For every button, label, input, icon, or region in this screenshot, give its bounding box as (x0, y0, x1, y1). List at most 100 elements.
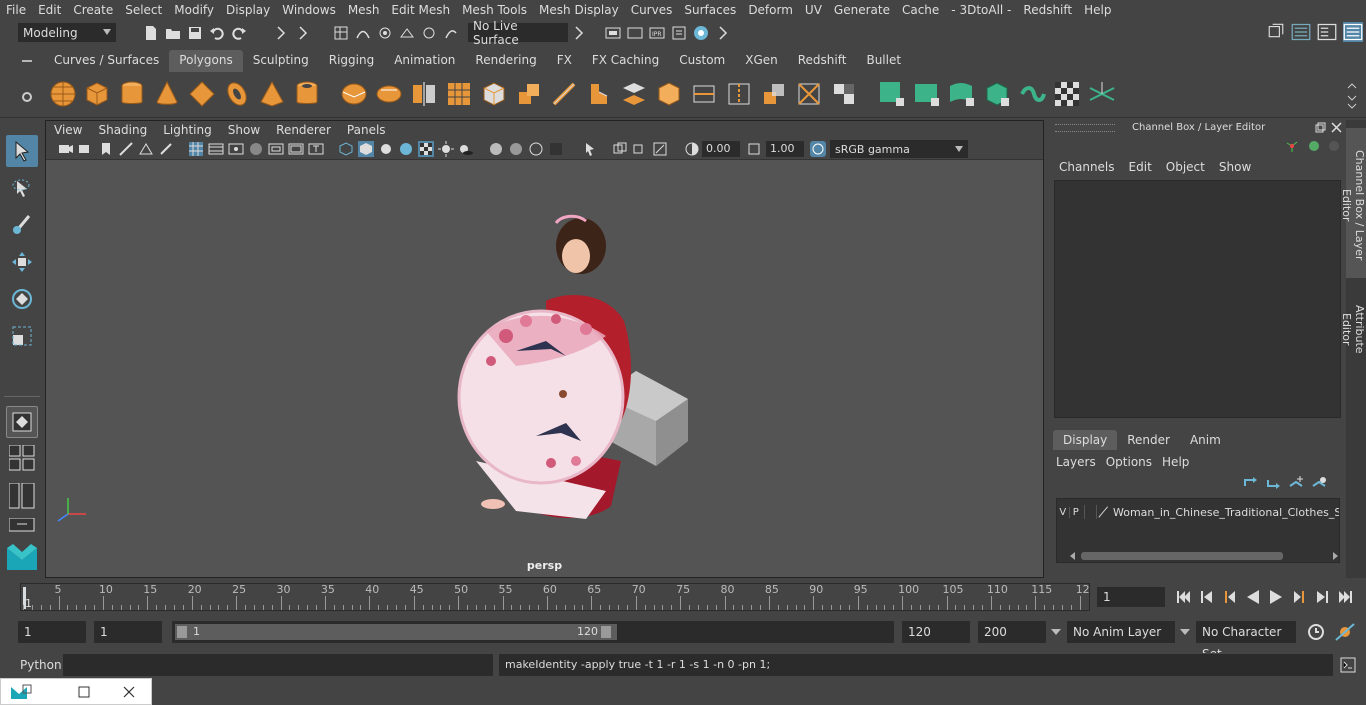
selection-mask-arrow2-icon[interactable] (295, 25, 311, 41)
menu-curves[interactable]: Curves (625, 3, 679, 17)
close-panel-icon[interactable] (1331, 122, 1342, 133)
panel-drag-handle[interactable] (1055, 124, 1115, 132)
perspective-viewport[interactable]: View Shading Lighting Show Renderer Panels 0.… (45, 120, 1044, 578)
menu-uv[interactable]: UV (799, 3, 828, 17)
shelf-tab-sculpting[interactable]: Sculpting (243, 50, 319, 72)
range-end-handle[interactable] (601, 626, 611, 638)
hypershade-icon[interactable] (693, 25, 709, 41)
toggle-attribute-editor-icon[interactable] (1291, 22, 1311, 42)
merge-icon[interactable] (760, 80, 788, 108)
layer-playback-toggle[interactable]: P (1068, 506, 1082, 518)
step-back-key-icon[interactable] (1197, 588, 1217, 606)
combine-icon[interactable] (340, 80, 368, 108)
layer-scrollbar[interactable] (1069, 551, 1338, 561)
wireframe-icon[interactable] (338, 141, 354, 157)
layout-graph-icon[interactable] (9, 518, 35, 532)
scale-tool[interactable] (6, 320, 38, 352)
shelf-menu-icon[interactable] (20, 54, 34, 68)
menu-file[interactable]: File (0, 3, 32, 17)
menu-redshift[interactable]: Redshift (1017, 3, 1078, 17)
menu-edit-mesh[interactable]: Edit Mesh (385, 3, 456, 17)
screen-space-ao-icon[interactable] (488, 141, 504, 157)
snap-curve-icon[interactable] (355, 25, 371, 41)
gate-mask-icon[interactable] (248, 141, 264, 157)
menu-cache[interactable]: Cache (896, 3, 945, 17)
layout-four-view-icon[interactable] (9, 445, 35, 471)
paint-select-tool[interactable] (6, 209, 38, 241)
go-to-end-icon[interactable] (1335, 588, 1355, 606)
close-window-icon[interactable] (123, 686, 135, 698)
menu-display[interactable]: Display (220, 3, 276, 17)
menu-modify[interactable]: Modify (168, 3, 220, 17)
redo-icon[interactable] (231, 25, 247, 41)
menu-help[interactable]: Help (1078, 3, 1117, 17)
poly-pyramid-icon[interactable] (258, 80, 286, 108)
menu-create[interactable]: Create (67, 3, 119, 17)
range-slider-track[interactable]: 1 120 (172, 621, 894, 643)
range-slider-bar[interactable]: 1 120 (175, 624, 617, 640)
menu-select[interactable]: Select (119, 3, 168, 17)
shelf-tab-curves-surfaces[interactable]: Curves / Surfaces (44, 50, 169, 72)
separate-icon[interactable] (375, 80, 403, 108)
auto-key-icon[interactable] (1306, 622, 1326, 642)
playback-end-field[interactable]: 120 (902, 621, 970, 643)
viewport-menu-view[interactable]: View (46, 123, 90, 137)
depth-of-field-icon[interactable] (548, 141, 564, 157)
poly-pipe-icon[interactable] (293, 80, 321, 108)
workspace-icon[interactable] (1267, 22, 1285, 40)
shelf-tab-fx-caching[interactable]: FX Caching (582, 50, 669, 72)
more-arrow-icon[interactable] (715, 25, 731, 41)
new-layer-selected-icon[interactable] (1310, 476, 1328, 490)
poly-cube-icon[interactable] (83, 80, 111, 108)
layer-color-icon[interactable] (1095, 505, 1109, 519)
range-start-handle[interactable] (177, 626, 187, 638)
layer-row[interactable]: V P Woman_in_Chinese_Traditional_Clothes… (1057, 503, 1339, 521)
camera-select-icon[interactable] (58, 141, 74, 157)
step-back-frame-icon[interactable] (1220, 588, 1240, 606)
smooth-shade-icon[interactable] (358, 141, 374, 157)
live-surface-field[interactable]: No Live Surface (468, 19, 568, 47)
shelf-tab-polygons[interactable]: Polygons (169, 50, 243, 72)
automatic-map-icon[interactable] (983, 80, 1011, 108)
make-live-icon[interactable] (443, 25, 459, 41)
play-backwards-icon[interactable] (1243, 588, 1263, 606)
channel-box-side-tab[interactable]: Channel Box / Layer Editor (1340, 128, 1366, 278)
viewport-menu-show[interactable]: Show (220, 123, 268, 137)
poly-plane-icon[interactable] (188, 80, 216, 108)
exposure-icon[interactable] (684, 141, 700, 157)
toggle-channel-box-icon[interactable] (1343, 22, 1363, 42)
animation-start-field[interactable]: 1 (18, 621, 86, 643)
shelf-tab-rigging[interactable]: Rigging (319, 50, 384, 72)
script-language-toggle[interactable]: Python (20, 658, 62, 672)
layer-menu-help[interactable]: Help (1162, 455, 1199, 469)
bevel-icon[interactable] (585, 80, 613, 108)
menu-mesh-display[interactable]: Mesh Display (533, 3, 625, 17)
channel-menu-show[interactable]: Show (1213, 160, 1259, 174)
safe-title-icon[interactable] (308, 141, 324, 157)
multi-cut-icon[interactable] (550, 80, 578, 108)
layer-tab-display[interactable]: Display (1053, 430, 1118, 450)
bridge-icon[interactable] (620, 80, 648, 108)
shadows-icon[interactable] (458, 141, 474, 157)
shelf-tab-rendering[interactable]: Rendering (465, 50, 546, 72)
channel-menu-edit[interactable]: Edit (1123, 160, 1160, 174)
rotate-tool[interactable] (6, 283, 38, 315)
mirror-icon[interactable] (410, 80, 438, 108)
shelf-tab-bullet[interactable]: Bullet (856, 50, 911, 72)
reduce-icon[interactable] (480, 80, 508, 108)
menu-mesh[interactable]: Mesh (342, 3, 386, 17)
new-empty-layer-icon[interactable] (1287, 476, 1305, 490)
snap-point-icon[interactable] (377, 25, 393, 41)
motion-blur-icon[interactable] (508, 141, 524, 157)
scroll-left-icon[interactable] (1069, 552, 1077, 560)
step-forward-key-icon[interactable] (1312, 588, 1332, 606)
current-frame-field[interactable]: 1 (1097, 587, 1165, 607)
layout-single-button[interactable] (6, 406, 38, 438)
xray-joints-icon[interactable] (632, 141, 648, 157)
menu-windows[interactable]: Windows (276, 3, 342, 17)
menu-edit[interactable]: Edit (32, 3, 67, 17)
insert-edge-loop-icon[interactable] (725, 80, 753, 108)
menu-surfaces[interactable]: Surfaces (678, 3, 742, 17)
planar-map-icon[interactable] (878, 80, 906, 108)
lasso-tool[interactable] (6, 172, 38, 204)
